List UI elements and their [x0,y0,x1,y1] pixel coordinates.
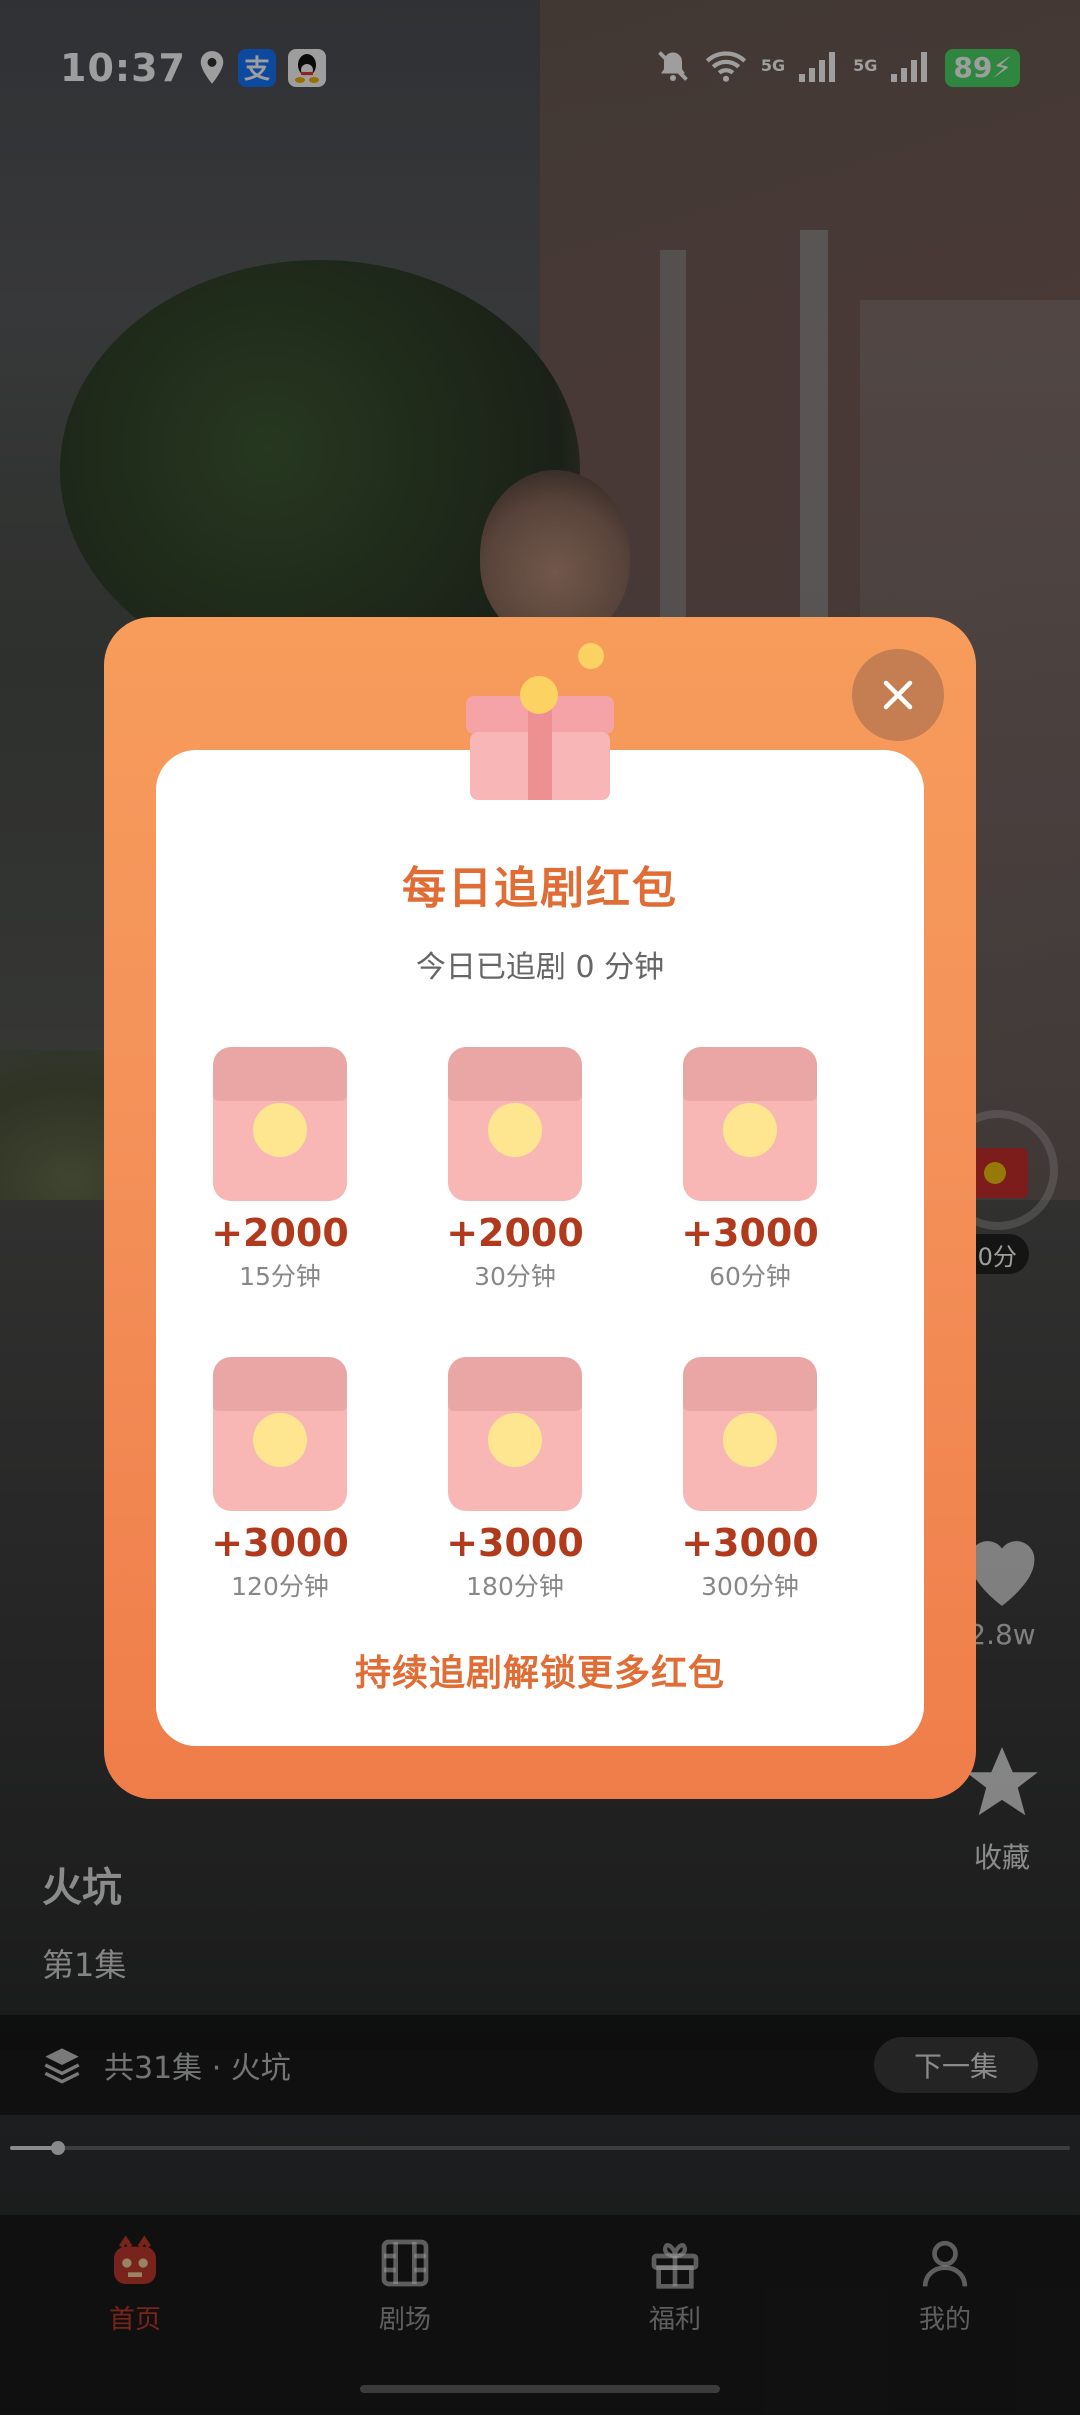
reward-amount: +2000 [446,1211,584,1255]
reward-amount: +3000 [446,1521,584,1565]
red-envelope-icon [683,1357,817,1511]
reward-amount: +2000 [211,1211,349,1255]
sparkle-dot [520,676,558,714]
red-envelope-icon [448,1047,582,1201]
reward-amount: +3000 [681,1521,819,1565]
reward-time: 180分钟 [466,1572,564,1601]
sparkle-dot [578,643,604,669]
reward-item[interactable]: +3000 120分钟 [195,1357,365,1603]
reward-item[interactable]: +2000 30分钟 [430,1047,600,1293]
red-envelope-icon [213,1357,347,1511]
red-envelope-icon [683,1047,817,1201]
reward-time: 300分钟 [701,1572,799,1601]
reward-amount: +3000 [211,1521,349,1565]
close-icon [883,680,913,710]
red-envelope-icon [213,1047,347,1201]
reward-amount: +3000 [681,1211,819,1255]
reward-time: 30分钟 [474,1262,556,1291]
unlock-more-hint: 持续追剧解锁更多红包 [354,1653,725,1694]
modal-title: 每日追剧红包 [402,863,678,914]
reward-item[interactable]: +3000 60分钟 [665,1047,835,1293]
close-button[interactable] [852,649,944,741]
red-envelope-icon [448,1357,582,1511]
watch-time-today: 今日已追剧 0 分钟 [415,950,665,985]
reward-item[interactable]: +2000 15分钟 [195,1047,365,1293]
reward-item[interactable]: +3000 180分钟 [430,1357,600,1603]
reward-time: 120分钟 [231,1572,329,1601]
reward-grid: +2000 15分钟 +2000 30分钟 +3000 60分钟 +3000 1… [195,1047,885,1607]
reward-time: 15分钟 [239,1262,321,1291]
reward-time: 60分钟 [709,1262,791,1291]
reward-item[interactable]: +3000 300分钟 [665,1357,835,1603]
